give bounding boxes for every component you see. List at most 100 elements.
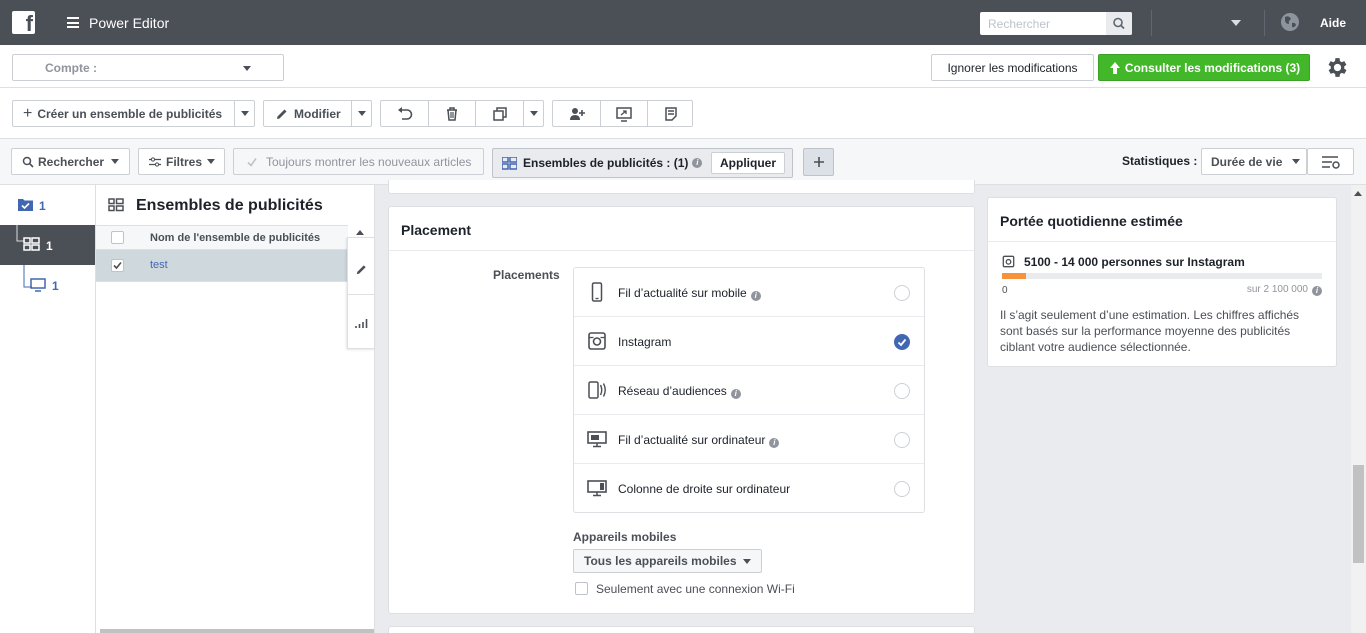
columns-settings-icon [1321, 155, 1340, 169]
placement-radio[interactable] [894, 481, 910, 497]
filter-sliders-icon [149, 156, 161, 167]
top-bar: f Power Editor Aide [0, 0, 1366, 45]
adset-name[interactable]: test [150, 259, 168, 271]
row-checkbox[interactable] [111, 259, 124, 272]
mobile-devices-value: Tous les appareils mobiles [584, 554, 737, 568]
stats-select[interactable]: Durée de vie [1201, 148, 1307, 175]
placement-instagram[interactable]: Instagram [574, 317, 924, 366]
filters-button[interactable]: Filtres [138, 148, 225, 175]
plus-icon [813, 157, 824, 167]
upload-arrow-icon [1109, 61, 1120, 74]
search-filter-label: Rechercher [38, 154, 105, 169]
undo-button[interactable] [381, 101, 428, 126]
search-filter-button[interactable]: Rechercher [11, 148, 130, 175]
adset-list-panel: Ensembles de publicités Nom de l'ensembl… [96, 185, 375, 633]
create-adset-label: Créer un ensemble de publicités [37, 106, 223, 121]
selection-label: Ensembles de publicités : (1) [523, 156, 689, 170]
column-header-name[interactable]: Nom de l'ensemble de publicités [150, 232, 320, 244]
account-menu-chevron-icon[interactable] [1231, 20, 1241, 26]
placement-name: Instagram [618, 335, 672, 349]
scrollbar-thumb[interactable] [1353, 465, 1364, 563]
info-icon: i [692, 158, 703, 168]
nav-ads-count: 1 [52, 279, 59, 293]
info-icon[interactable]: i [730, 389, 741, 399]
reach-min: 0 [1002, 285, 1008, 296]
review-changes-label: Consulter les modifications (3) [1124, 60, 1301, 75]
divider [988, 241, 1336, 242]
search-input[interactable] [980, 12, 1104, 35]
info-icon[interactable]: i [750, 291, 761, 301]
reach-max: sur 2 100 000 [1246, 284, 1308, 295]
gear-icon[interactable] [1325, 55, 1350, 80]
divider [389, 250, 974, 251]
search-box [980, 12, 1132, 35]
placement-radio[interactable] [894, 383, 910, 399]
placement-right-column[interactable]: Colonne de droite sur ordinateur [574, 464, 924, 513]
app-title[interactable]: Power Editor [89, 15, 169, 31]
delete-button[interactable] [428, 101, 475, 126]
stats-tab[interactable] [348, 298, 375, 348]
info-icon[interactable]: i [1312, 286, 1322, 296]
nav-ads[interactable]: 1 [0, 265, 95, 305]
menu-icon[interactable] [67, 17, 79, 28]
page-scrollbar[interactable] [1351, 185, 1366, 633]
search-icon [1113, 17, 1125, 30]
audience-button[interactable] [553, 101, 600, 126]
table-header: Nom de l'ensemble de publicités [96, 225, 348, 250]
chevron-down-icon [240, 111, 249, 116]
edit-dropdown-button[interactable] [351, 101, 371, 126]
scroll-up-arrow-icon[interactable] [1354, 191, 1362, 196]
globe-icon[interactable] [1280, 12, 1300, 32]
placement-radio-selected[interactable] [894, 334, 910, 350]
edit-button[interactable]: Modifier [264, 101, 351, 126]
selection-pill: Ensembles de publicités : (1) i Applique… [492, 148, 793, 178]
info-icon[interactable]: i [769, 438, 780, 448]
create-dropdown-button[interactable] [234, 101, 254, 126]
help-link[interactable]: Aide [1320, 16, 1346, 30]
placement-radio[interactable] [894, 432, 910, 448]
placement-name: Fil d’actualité sur mobile [618, 286, 747, 300]
edit-tab[interactable] [348, 244, 375, 294]
duplicate-dropdown-button[interactable] [523, 101, 543, 126]
edit-actions-group [380, 100, 544, 127]
placement-title: Placement [401, 222, 472, 238]
placement-audience-network[interactable]: Réseau d’audiences i [574, 366, 924, 415]
horizontal-scrollbar[interactable] [100, 629, 374, 633]
placement-name: Fil d’actualité sur ordinateur [618, 433, 766, 447]
placement-desktop-feed[interactable]: Fil d’actualité sur ordinateur i [574, 415, 924, 464]
edit-label: Modifier [294, 106, 341, 121]
wifi-only-checkbox[interactable] [575, 582, 588, 595]
mobile-devices-select[interactable]: Tous les appareils mobiles [573, 549, 762, 573]
chevron-down-icon [357, 111, 366, 116]
add-people-icon [569, 107, 585, 120]
nav-adsets[interactable]: 1 [0, 225, 95, 265]
select-all-checkbox[interactable] [111, 231, 124, 244]
chevron-down-icon [529, 111, 538, 116]
reach-note: Il s’agit seulement d’une estimation. Le… [1000, 308, 1300, 354]
always-show-new-toggle[interactable]: Toujours montrer les nouveaux articles [233, 148, 484, 175]
preview-button[interactable] [600, 101, 647, 126]
create-adset-button[interactable]: + Créer un ensemble de publicités [13, 101, 235, 126]
placement-radio[interactable] [894, 285, 910, 301]
discard-changes-button[interactable]: Ignorer les modifications [931, 54, 1094, 81]
divider [348, 294, 375, 295]
duplicate-button[interactable] [475, 101, 523, 126]
column-settings-button[interactable] [1307, 148, 1354, 175]
review-changes-button[interactable]: Consulter les modifications (3) [1098, 54, 1310, 81]
scroll-up-arrow-icon[interactable] [355, 228, 365, 236]
nav-campaigns-count: 1 [39, 199, 46, 213]
apply-button[interactable]: Appliquer [711, 152, 785, 174]
mobile-phone-icon [591, 282, 603, 302]
chevron-down-icon [243, 66, 251, 71]
account-select[interactable]: Compte : [12, 54, 284, 81]
nav-campaigns[interactable]: 1 [0, 185, 95, 225]
facebook-logo-icon[interactable]: f [12, 11, 35, 34]
table-row[interactable]: test [96, 250, 348, 282]
placement-mobile-feed[interactable]: Fil d’actualité sur mobile i [574, 268, 924, 317]
chevron-down-icon [742, 558, 751, 564]
search-button[interactable] [1106, 12, 1132, 35]
notes-button[interactable] [647, 101, 693, 126]
wifi-only-option[interactable]: Seulement avec une connexion Wi-Fi [575, 582, 795, 596]
add-filter-button[interactable] [803, 148, 834, 176]
campaign-folder-icon [18, 199, 33, 211]
